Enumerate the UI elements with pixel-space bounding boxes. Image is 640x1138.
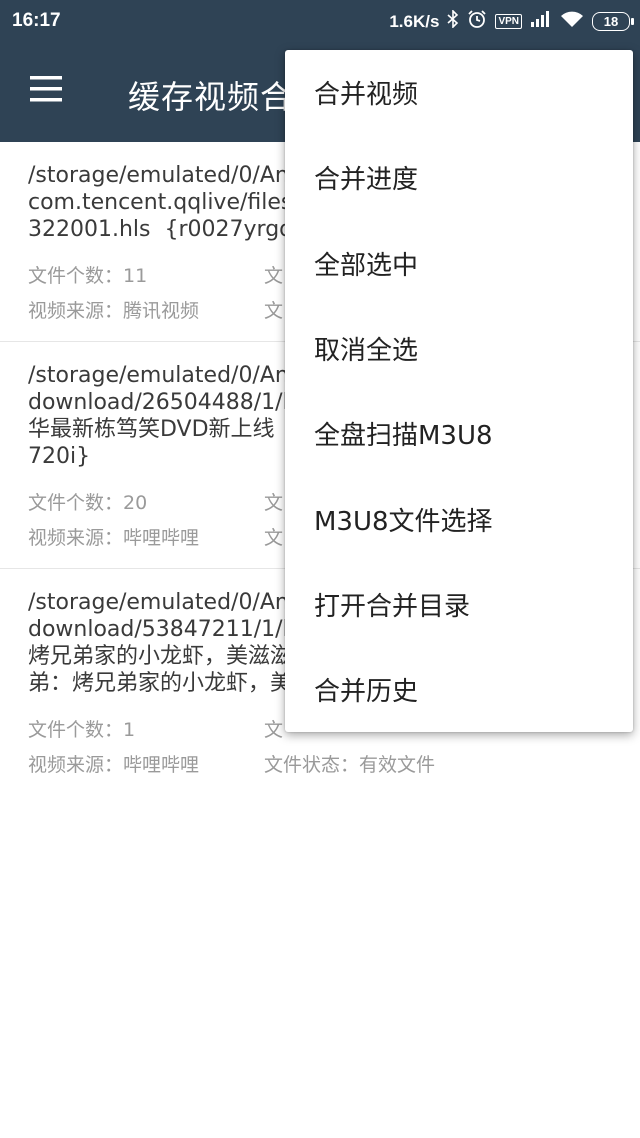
menu-item-merge-video[interactable]: 合并视频 [285, 50, 633, 135]
menu-item-deselect-all[interactable]: 取消全选 [285, 306, 633, 391]
video-source: 视频来源：哔哩哔哩 [28, 527, 200, 549]
alarm-icon [467, 9, 487, 34]
menu-item-open-merge-folder[interactable]: 打开合并目录 [285, 562, 633, 647]
menu-item-merge-progress[interactable]: 合并进度 [285, 135, 633, 220]
file-count: 文件个数：20 [28, 492, 148, 514]
video-source: 视频来源：腾讯视频 [28, 300, 200, 322]
hamburger-menu-button[interactable] [28, 74, 68, 114]
network-speed: 1.6K/s [389, 11, 440, 31]
status-icons: 1.6K/s VPN 18 [389, 9, 634, 34]
overflow-menu: 合并视频 合并进度 全部选中 取消全选 全盘扫描M3U8 M3U8文件选择 打开… [285, 50, 633, 732]
hamburger-icon [30, 76, 62, 102]
wifi-icon [560, 10, 584, 33]
file-count: 文件个数：1 [28, 719, 136, 741]
status-time: 16:17 [12, 10, 61, 31]
signal-icon [530, 11, 552, 32]
file-count: 文件个数：11 [28, 265, 148, 287]
status-bar: 16:17 1.6K/s VPN 18 [0, 0, 640, 44]
menu-item-scan-m3u8[interactable]: 全盘扫描M3U8 [285, 391, 633, 476]
menu-item-select-m3u8-file[interactable]: M3U8文件选择 [285, 476, 633, 561]
vpn-badge: VPN [495, 14, 522, 29]
menu-item-merge-history[interactable]: 合并历史 [285, 647, 633, 732]
menu-item-select-all[interactable]: 全部选中 [285, 221, 633, 306]
battery-indicator: 18 [592, 12, 634, 31]
video-source: 视频来源：哔哩哔哩 [28, 754, 200, 776]
bluetooth-icon [447, 9, 459, 33]
file-status: 文件状态：有效文件 [264, 754, 436, 776]
page-title: 缓存视频合 [128, 78, 294, 116]
